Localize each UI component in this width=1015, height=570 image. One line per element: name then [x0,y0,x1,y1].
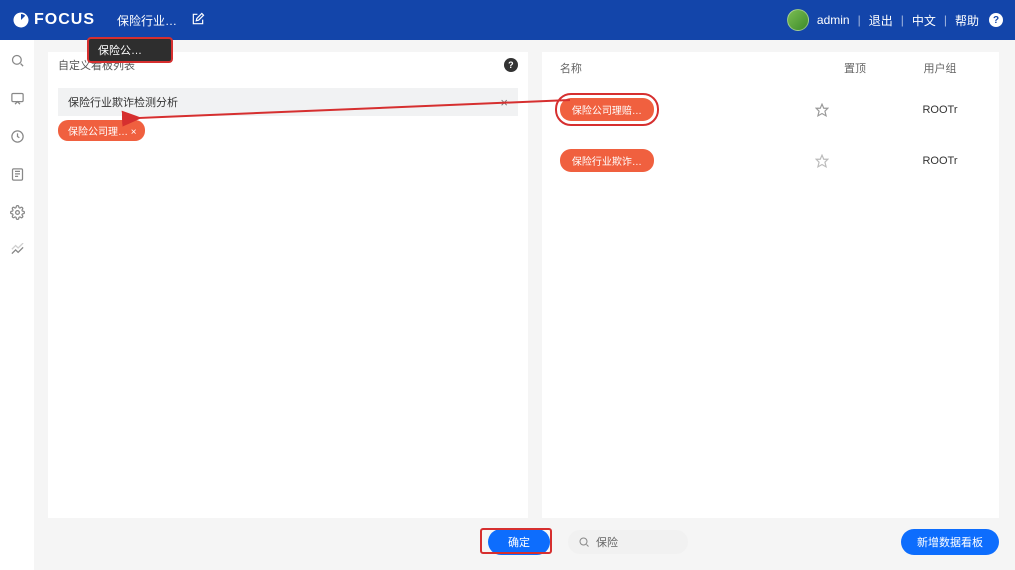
username[interactable]: admin [817,13,850,27]
chip-label: 保险公司理… × [68,123,137,138]
help-link[interactable]: 帮助 [955,12,979,29]
panel-custom-list: 自定义看板列表 ? 保险行业欺诈检测分析 × 保险公司理… × [48,52,528,518]
star-icon[interactable] [815,154,895,168]
col-name: 名称 [560,60,815,76]
search-input[interactable]: 保险行业欺诈检测分析 × [58,88,518,116]
search-icon [578,536,590,548]
row-user: ROOTr [895,104,985,116]
col-user: 用户组 [895,60,985,76]
clock-icon[interactable] [9,128,25,144]
table-row[interactable]: 保险公司理赔… ROOTr [542,84,999,135]
chat-icon[interactable] [9,90,25,106]
add-dashboard-button[interactable]: 新增数据看板 [901,529,999,555]
row-name: 保险行业欺诈… [572,153,642,168]
logo-icon [12,11,30,29]
logout-link[interactable]: 退出 [869,12,893,29]
help-badge-icon[interactable]: ? [989,13,1003,27]
panel-catalog: 名称 置顶 用户组 保险公司理赔… ROOTr 保险行业欺诈… [542,52,999,518]
row-user: ROOTr [895,155,985,167]
logo: FOCUS [12,11,95,29]
selected-chip[interactable]: 保险公司理… × [58,120,145,141]
edit-icon[interactable] [191,12,205,29]
lang-link[interactable]: 中文 [912,12,936,29]
tab-active-label: 保险公… [98,42,142,58]
row-pill[interactable]: 保险行业欺诈… [560,149,654,172]
row-pill[interactable]: 保险公司理赔… [560,98,654,121]
trend-icon[interactable] [9,242,25,258]
clear-icon[interactable]: × [500,95,508,110]
breadcrumb[interactable]: 保险行业… [117,12,177,29]
confirm-label: 确定 [508,537,530,549]
bottom-search-value: 保险 [596,534,618,550]
data-icon[interactable] [9,166,25,182]
gear-icon[interactable] [9,204,25,220]
search-input-value: 保险行业欺诈检测分析 [68,94,178,110]
logo-text: FOCUS [34,11,95,29]
add-label: 新增数据看板 [917,537,983,549]
star-icon[interactable] [815,103,895,117]
confirm-button[interactable]: 确定 [488,529,550,555]
avatar[interactable] [787,9,809,31]
tab-active[interactable]: 保险公… [88,38,172,62]
search-icon[interactable] [9,52,25,68]
col-pin: 置顶 [815,60,895,76]
table-row[interactable]: 保险行业欺诈… ROOTr [542,135,999,186]
row-name: 保险公司理赔… [572,102,642,117]
help-icon[interactable]: ? [504,58,518,72]
table-header: 名称 置顶 用户组 [542,52,999,84]
bottom-search-input[interactable]: 保险 [568,530,688,554]
